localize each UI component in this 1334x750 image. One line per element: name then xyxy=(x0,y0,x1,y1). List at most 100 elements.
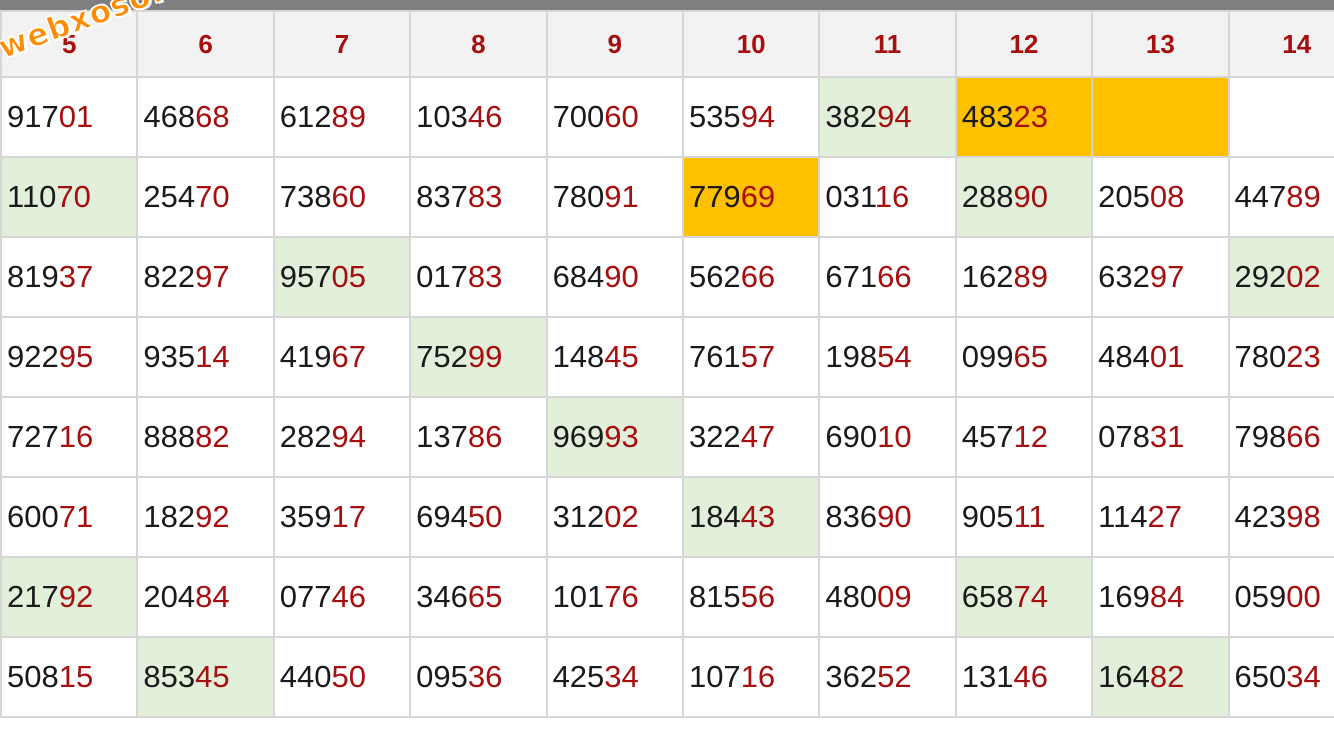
number-cell: 13146 xyxy=(954,636,1094,718)
number-prefix: 819 xyxy=(7,259,59,294)
number-cell: 42534 xyxy=(545,636,684,718)
number-prefix: 727 xyxy=(7,419,59,454)
results-table: 5 6 7 8 9 10 11 12 13 14 91701 46868 61289 10346 7006… xyxy=(0,10,1334,718)
number-prefix: 078 xyxy=(1098,419,1150,454)
number-prefix: 650 xyxy=(1234,659,1287,694)
number-prefix: 017 xyxy=(416,259,468,294)
column-header: 12 xyxy=(954,10,1094,78)
number-prefix: 346 xyxy=(416,579,468,614)
number-last-two-digits: 36 xyxy=(467,659,503,694)
number-prefix: 292 xyxy=(1234,259,1287,294)
number-cell: 42398 xyxy=(1227,476,1334,558)
number-last-two-digits: 02 xyxy=(1286,259,1321,294)
number-cell: 82297 xyxy=(136,236,275,318)
number-cell: 69010 xyxy=(818,396,957,478)
number-prefix: 059 xyxy=(1234,579,1287,614)
number-last-two-digits: 57 xyxy=(740,339,776,374)
number-prefix: 164 xyxy=(1098,659,1150,694)
number-cell: 77969 xyxy=(681,156,821,238)
number-prefix: 162 xyxy=(961,259,1014,294)
number-prefix: 888 xyxy=(143,419,196,454)
number-last-two-digits: 43 xyxy=(740,499,776,534)
number-cell xyxy=(1091,76,1230,158)
number-cell: 85345 xyxy=(136,636,275,718)
number-cell: 41967 xyxy=(272,316,412,398)
number-prefix: 671 xyxy=(825,259,878,294)
number-last-two-digits: 50 xyxy=(331,659,366,694)
number-last-two-digits: 65 xyxy=(1013,339,1048,374)
number-cell: 96993 xyxy=(545,396,684,478)
number-prefix: 761 xyxy=(688,339,741,374)
column-header: 14 xyxy=(1227,10,1334,78)
number-last-two-digits: 82 xyxy=(195,419,230,454)
number-prefix: 957 xyxy=(279,259,332,294)
number-prefix: 468 xyxy=(143,99,196,134)
number-cell: 28890 xyxy=(954,156,1094,238)
column-header: 9 xyxy=(545,10,684,78)
number-cell: 56266 xyxy=(681,236,821,318)
number-last-two-digits: 70 xyxy=(56,179,91,214)
number-prefix: 095 xyxy=(416,659,468,694)
number-last-two-digits: 83 xyxy=(467,259,503,294)
number-last-two-digits: 76 xyxy=(604,579,639,614)
number-cell: 32247 xyxy=(681,396,821,478)
number-prefix: 169 xyxy=(1098,579,1150,614)
number-prefix: 282 xyxy=(279,419,332,454)
number-prefix: 480 xyxy=(825,579,878,614)
number-prefix: 779 xyxy=(688,179,741,214)
number-cell: 29202 xyxy=(1227,236,1334,318)
number-cell: 09965 xyxy=(954,316,1094,398)
number-last-two-digits: 12 xyxy=(1013,419,1048,454)
number-last-two-digits: 89 xyxy=(331,99,366,134)
number-prefix: 836 xyxy=(825,499,878,534)
number-last-two-digits: 11 xyxy=(1013,499,1046,534)
number-cell: 76157 xyxy=(681,316,821,398)
number-last-two-digits: 97 xyxy=(1149,259,1185,294)
number-cell: 25470 xyxy=(136,156,275,238)
number-last-two-digits: 90 xyxy=(877,499,912,534)
number-prefix: 031 xyxy=(825,179,875,214)
column-header: 11 xyxy=(818,10,957,78)
number-cell: 31202 xyxy=(545,476,684,558)
number-prefix: 600 xyxy=(7,499,59,534)
number-last-two-digits: 10 xyxy=(877,419,912,454)
number-last-two-digits: 74 xyxy=(1013,579,1048,614)
column-header: 5 xyxy=(0,10,139,78)
number-prefix: 798 xyxy=(1234,419,1287,454)
number-cell: 19854 xyxy=(818,316,957,398)
number-prefix: 837 xyxy=(416,179,468,214)
number-prefix: 425 xyxy=(552,659,605,694)
number-last-two-digits: 69 xyxy=(740,179,776,214)
number-last-two-digits: 45 xyxy=(195,659,230,694)
number-last-two-digits: 92 xyxy=(58,579,94,614)
number-cell: 38294 xyxy=(818,76,957,158)
number-prefix: 612 xyxy=(279,99,332,134)
number-cell: 69450 xyxy=(409,476,548,558)
number-cell: 78023 xyxy=(1227,316,1334,398)
number-last-two-digits: 84 xyxy=(1149,579,1185,614)
number-last-two-digits: 83 xyxy=(467,179,503,214)
number-cell: 83783 xyxy=(409,156,548,238)
number-last-two-digits: 09 xyxy=(877,579,912,614)
number-cell: 75299 xyxy=(409,316,548,398)
number-cell: 20484 xyxy=(136,556,275,638)
number-cell: 79866 xyxy=(1227,396,1334,478)
number-cell: 16984 xyxy=(1091,556,1230,638)
number-last-two-digits: 52 xyxy=(877,659,912,694)
column-header: 6 xyxy=(136,10,275,78)
number-cell: 46868 xyxy=(136,76,275,158)
number-last-two-digits: 17 xyxy=(331,499,366,534)
number-last-two-digits: 02 xyxy=(604,499,639,534)
number-last-two-digits: 66 xyxy=(1286,419,1321,454)
number-prefix: 969 xyxy=(552,419,605,454)
number-prefix: 815 xyxy=(688,579,741,614)
number-prefix: 101 xyxy=(552,579,605,614)
number-last-two-digits: 46 xyxy=(467,99,503,134)
number-last-two-digits: 05 xyxy=(331,259,366,294)
number-last-two-digits: 34 xyxy=(604,659,639,694)
number-cell: 10176 xyxy=(545,556,684,638)
table-row: 21792 20484 07746 34665 10176 81556 48009 65874… xyxy=(0,556,1334,638)
number-prefix: 700 xyxy=(552,99,605,134)
number-cell: 95705 xyxy=(272,236,412,318)
number-last-two-digits: 86 xyxy=(467,419,503,454)
